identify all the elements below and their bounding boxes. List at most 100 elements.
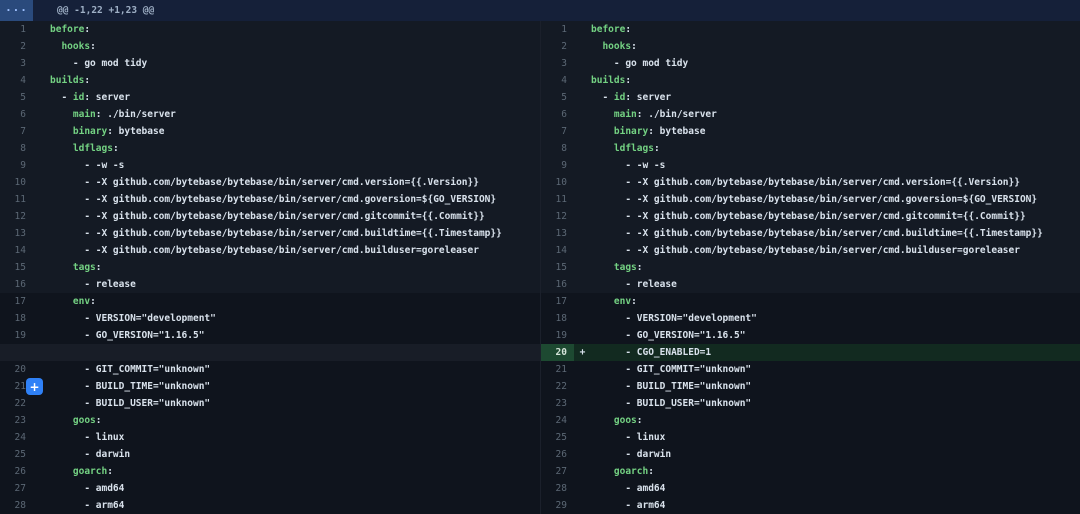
line-number[interactable]: 5	[541, 89, 574, 106]
diff-row: 6 main: ./bin/server	[0, 106, 540, 123]
line-number[interactable]: 29	[541, 497, 574, 514]
line-number[interactable]: 16	[541, 276, 574, 293]
line-number[interactable]: 13	[541, 225, 574, 242]
diff-marker	[33, 412, 50, 429]
line-number[interactable]: 14	[0, 242, 33, 259]
line-number[interactable]: 15	[541, 259, 574, 276]
diff-row: 28 - arm64	[0, 497, 540, 514]
code-text	[591, 109, 614, 120]
diff-marker	[574, 293, 591, 310]
diff-marker	[574, 412, 591, 429]
diff-marker	[574, 106, 591, 123]
code-text: :	[625, 75, 631, 86]
line-number[interactable]: 6	[0, 106, 33, 123]
diff-row: 23 goos:	[0, 412, 540, 429]
code-text: - -X github.com/bytebase/bytebase/bin/se…	[50, 177, 479, 188]
diff-row: 11 - -X github.com/bytebase/bytebase/bin…	[541, 191, 1080, 208]
line-number[interactable]: 26	[0, 463, 33, 480]
line-number[interactable]: 12	[541, 208, 574, 225]
line-number[interactable]: 17	[0, 293, 33, 310]
line-number[interactable]: 20	[0, 361, 33, 378]
diff-row: 15 tags:	[541, 259, 1080, 276]
diff-row: 17 env:	[541, 293, 1080, 310]
add-comment-button[interactable]: +	[26, 378, 43, 395]
line-number[interactable]	[0, 344, 33, 361]
line-number[interactable]: 24	[0, 429, 33, 446]
line-number[interactable]: 4	[541, 72, 574, 89]
line-number[interactable]: 22	[0, 395, 33, 412]
line-number[interactable]: 18	[541, 310, 574, 327]
line-number[interactable]: 11	[0, 191, 33, 208]
line-number[interactable]: 27	[0, 480, 33, 497]
line-number[interactable]: 26	[541, 446, 574, 463]
diff-pane-right: 1before:2 hooks:3 - go mod tidy4builds:5…	[540, 21, 1080, 514]
diff-row: 4builds:	[0, 72, 540, 89]
line-number[interactable]: 28	[541, 480, 574, 497]
diff-marker	[574, 140, 591, 157]
line-number[interactable]: 5	[0, 89, 33, 106]
line-number[interactable]: 8	[541, 140, 574, 157]
line-number[interactable]: 6	[541, 106, 574, 123]
line-number[interactable]: 25	[541, 429, 574, 446]
line-number[interactable]: 15	[0, 259, 33, 276]
line-number[interactable]: 17	[541, 293, 574, 310]
code-text: - GO_VERSION="1.16.5"	[50, 330, 204, 341]
diff-marker	[574, 157, 591, 174]
diff-marker	[33, 191, 50, 208]
diff-row: 27 - amd64	[0, 480, 540, 497]
line-number[interactable]: 28	[0, 497, 33, 514]
line-number[interactable]: 27	[541, 463, 574, 480]
line-number[interactable]: 8	[0, 140, 33, 157]
line-number[interactable]: 14	[541, 242, 574, 259]
line-number[interactable]: 10	[541, 174, 574, 191]
code-line: - -X github.com/bytebase/bytebase/bin/se…	[591, 174, 1020, 191]
diff-marker	[574, 327, 591, 344]
code-line: - release	[591, 276, 677, 293]
line-number[interactable]: 23	[541, 395, 574, 412]
line-number[interactable]: 2	[0, 38, 33, 55]
code-line: - GO_VERSION="1.16.5"	[591, 327, 745, 344]
line-number[interactable]: 2	[541, 38, 574, 55]
line-number[interactable]: 16	[0, 276, 33, 293]
diff-row: 19 - GO_VERSION="1.16.5"	[0, 327, 540, 344]
line-number[interactable]: 9	[0, 157, 33, 174]
yaml-key: goos	[614, 415, 637, 426]
line-number[interactable]: 3	[541, 55, 574, 72]
line-number[interactable]: 7	[541, 123, 574, 140]
diff-row: 22 - BUILD_USER="unknown"	[0, 395, 540, 412]
line-number[interactable]: 9	[541, 157, 574, 174]
code-text: -	[50, 92, 73, 103]
line-number[interactable]: 20	[541, 344, 574, 361]
yaml-key: builds	[50, 75, 84, 86]
code-text: :	[90, 41, 96, 52]
expand-context-button[interactable]: ···	[0, 0, 33, 21]
split-diff-view: ··· @@ -1,22 +1,23 @@ 1before:2 hooks:3 …	[0, 0, 1080, 514]
code-line: env:	[591, 293, 637, 310]
line-number[interactable]: 19	[0, 327, 33, 344]
diff-marker	[33, 38, 50, 55]
code-line: binary: bytebase	[591, 123, 705, 140]
diff-marker	[574, 463, 591, 480]
line-number[interactable]: 19	[541, 327, 574, 344]
line-number[interactable]: 21	[541, 361, 574, 378]
line-number[interactable]: 1	[541, 21, 574, 38]
diff-row: 18 - VERSION="development"	[0, 310, 540, 327]
code-text: :	[631, 296, 637, 307]
line-number[interactable]: 10	[0, 174, 33, 191]
line-number[interactable]: 18	[0, 310, 33, 327]
diff-marker	[574, 174, 591, 191]
line-number[interactable]: 11	[541, 191, 574, 208]
line-number[interactable]: 13	[0, 225, 33, 242]
line-number[interactable]: 24	[541, 412, 574, 429]
line-number[interactable]: 23	[0, 412, 33, 429]
diff-marker	[33, 293, 50, 310]
line-number[interactable]: 4	[0, 72, 33, 89]
line-number[interactable]: 1	[0, 21, 33, 38]
diff-marker	[33, 174, 50, 191]
line-number[interactable]: 3	[0, 55, 33, 72]
line-number[interactable]: 25	[0, 446, 33, 463]
line-number[interactable]: 12	[0, 208, 33, 225]
line-number[interactable]: 7	[0, 123, 33, 140]
line-number[interactable]: 22	[541, 378, 574, 395]
diff-row: 7 binary: bytebase	[0, 123, 540, 140]
